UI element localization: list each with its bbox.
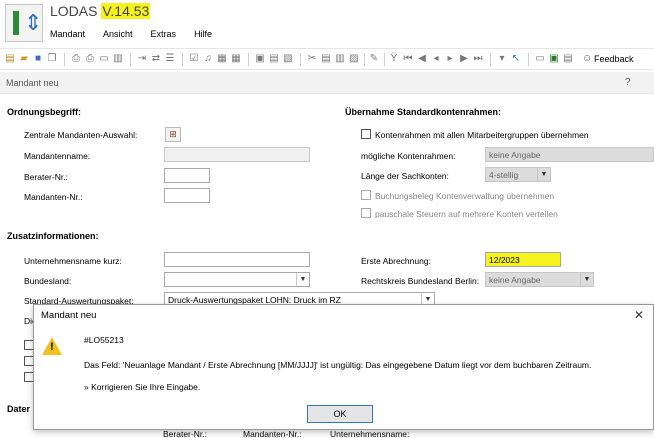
last-icon[interactable]: ⏭	[472, 53, 484, 65]
check-icon[interactable]: ☑	[188, 53, 200, 65]
layout-icon[interactable]: ▤	[562, 53, 574, 65]
rechtskreis-value: keine Angabe	[489, 275, 541, 285]
next-icon[interactable]: ▸	[444, 53, 456, 65]
mandantenname-field[interactable]	[164, 147, 310, 162]
chevron-down-icon: ▼	[296, 273, 309, 286]
laenge-sachkonten-select: 4-stellig ▼	[485, 167, 551, 182]
export-icon[interactable]: ▭	[98, 53, 110, 65]
erste-abrechnung-label: Erste Abrechnung:	[361, 256, 431, 266]
chevron-down-icon: ▼	[537, 168, 550, 181]
partial-heading-dater: Dater	[7, 404, 31, 414]
transfer-icon[interactable]: ⇄	[150, 53, 162, 65]
mandantenname-label: Mandantenname:	[24, 151, 91, 161]
warning-exclamation: !	[50, 341, 54, 353]
calculator-icon[interactable]: ▣	[254, 53, 266, 65]
ok-button[interactable]: OK	[307, 405, 373, 423]
import-icon[interactable]: ⇥	[136, 53, 148, 65]
copy-icon[interactable]: ❐	[46, 53, 58, 65]
save-icon[interactable]: ■	[32, 53, 44, 65]
help-cursor-icon[interactable]: ↖	[510, 53, 522, 65]
berater-label: Berater-Nr.:	[24, 172, 68, 182]
rechtskreis-label: Rechtskreis Bundesland Berlin:	[361, 276, 480, 286]
chevron-down-icon: ▼	[580, 273, 593, 286]
unternehmensname-label: Unternehmensname kurz:	[24, 256, 122, 266]
zusatzinformationen-heading: Zusatzinformationen:	[7, 231, 99, 241]
berater-nr-field[interactable]	[164, 168, 210, 183]
app-version: V.14.53	[101, 3, 151, 19]
report-icon[interactable]: ▥	[112, 53, 124, 65]
buchungsbeleg-checkbox	[361, 190, 371, 200]
error-code: #LO55213	[84, 335, 124, 345]
print-preview-icon[interactable]: ⎙	[84, 53, 96, 65]
menu-hilfe[interactable]: Hilfe	[194, 29, 212, 39]
mandanten-nr-field[interactable]	[164, 188, 210, 203]
form-title: Mandant neu	[6, 78, 59, 88]
bundesland-select[interactable]: ▼	[164, 272, 310, 287]
list-icon[interactable]: ☰	[164, 53, 176, 65]
rechtskreis-select: keine Angabe ▼	[485, 272, 594, 287]
dropdown-icon[interactable]: ▾	[496, 53, 508, 65]
menu-ansicht[interactable]: Ansicht	[103, 29, 133, 39]
dialog-title: Mandant neu	[41, 310, 97, 321]
new-icon[interactable]: ▤	[4, 53, 16, 65]
buchungsbeleg-label: Buchungsbeleg Kontenverwaltung übernehme…	[375, 191, 555, 201]
table-icon[interactable]: ▦	[216, 53, 228, 65]
moegliche-kontenrahmen-value: keine Angabe	[489, 150, 541, 160]
next-page-icon[interactable]: ▶	[458, 53, 470, 65]
filter-icon[interactable]: Ÿ	[388, 53, 400, 65]
erste-abrechnung-value: 12/2023	[489, 255, 520, 265]
lodas-logo-icon: ⇕	[5, 4, 43, 42]
paste-icon[interactable]: ▤	[320, 53, 332, 65]
ordnungsbegriff-heading: Ordnungsbegriff:	[7, 107, 81, 117]
package-icon[interactable]: ▧	[282, 53, 294, 65]
lex-icon[interactable]: ▣	[548, 53, 560, 65]
menu-bar: Mandant Ansicht Extras Hilfe	[50, 29, 230, 39]
mandant-picker-icon[interactable]: ⊞	[165, 127, 181, 142]
toolbar: ▤ ▰ ■ ❐ ⎙ ⎙ ▭ ▥ ⇥ ⇄ ☰ ☑ ♫ ▦ ▦ ▣ ▤ ▧ ✂ ▤ …	[0, 48, 654, 70]
menu-mandant[interactable]: Mandant	[50, 29, 85, 39]
laenge-sachkonten-value: 4-stellig	[489, 170, 519, 180]
uebernahme-heading: Übernahme Standardkontenrahmen:	[345, 107, 502, 117]
error-hint: » Korrigieren Sie Ihre Eingabe.	[84, 382, 201, 392]
bell-icon[interactable]: ♫	[202, 53, 214, 65]
laenge-sachkonten-label: Länge der Sachkonten:	[361, 171, 449, 181]
column-berater: Berater-Nr.:	[163, 429, 207, 438]
delete-icon[interactable]: ▨	[348, 53, 360, 65]
sub-header: Mandant neu ?	[0, 72, 654, 94]
kontenrahmen-checkbox-label: Kontenrahmen mit allen Mitarbeitergruppe…	[375, 130, 589, 140]
print-icon[interactable]: ⎙	[70, 53, 82, 65]
app-name: LODAS	[50, 3, 98, 19]
kontenrahmen-checkbox[interactable]	[361, 129, 371, 139]
open-folder-icon[interactable]: ▰	[18, 53, 30, 65]
close-icon[interactable]: ✕	[631, 307, 647, 323]
mandanten-nr-label: Mandanten-Nr.:	[24, 192, 83, 202]
menu-extras[interactable]: Extras	[151, 29, 177, 39]
bundesland-label: Bundesland:	[24, 276, 72, 286]
unternehmensname-field[interactable]	[164, 252, 310, 267]
feedback-button[interactable]: Feedback	[594, 54, 634, 64]
edit-icon[interactable]: ✎	[368, 53, 380, 65]
help-question-icon[interactable]: ?	[625, 77, 631, 88]
pauschale-label: pauschale Steuern auf mehrere Konten ver…	[375, 209, 558, 219]
pauschale-checkbox	[361, 208, 371, 218]
clipboard-icon[interactable]: ▥	[334, 53, 346, 65]
app-title: LODAS V.14.53	[50, 3, 151, 19]
chat-icon[interactable]: ☺	[582, 53, 592, 64]
error-message: Das Feld: 'Neuanlage Mandant / Erste Abr…	[84, 360, 592, 370]
moegliche-kontenrahmen-label: mögliche Kontenrahmen:	[361, 151, 456, 161]
zentrale-label: Zentrale Mandanten-Auswahl:	[24, 130, 138, 140]
previous-page-icon[interactable]: ◀	[416, 53, 428, 65]
first-icon[interactable]: ⏮	[402, 53, 414, 65]
cut-icon[interactable]: ✂	[306, 53, 318, 65]
column-mandanten: Mandanten-Nr.:	[243, 429, 302, 438]
previous-icon[interactable]: ◂	[430, 53, 442, 65]
app-header: ⇕ LODAS V.14.53 Mandant Ansicht Extras H…	[0, 0, 654, 47]
grid-icon[interactable]: ▦	[230, 53, 242, 65]
document-icon[interactable]: ▤	[268, 53, 280, 65]
column-unternehmen: Unternehmensname:	[330, 429, 410, 438]
book-icon[interactable]: ▭	[534, 53, 546, 65]
erste-abrechnung-field[interactable]: 12/2023	[485, 252, 561, 267]
moegliche-kontenrahmen-select: keine Angabe	[485, 147, 654, 162]
error-dialog: Mandant neu ✕ ! #LO55213 Das Feld: 'Neua…	[33, 304, 654, 430]
